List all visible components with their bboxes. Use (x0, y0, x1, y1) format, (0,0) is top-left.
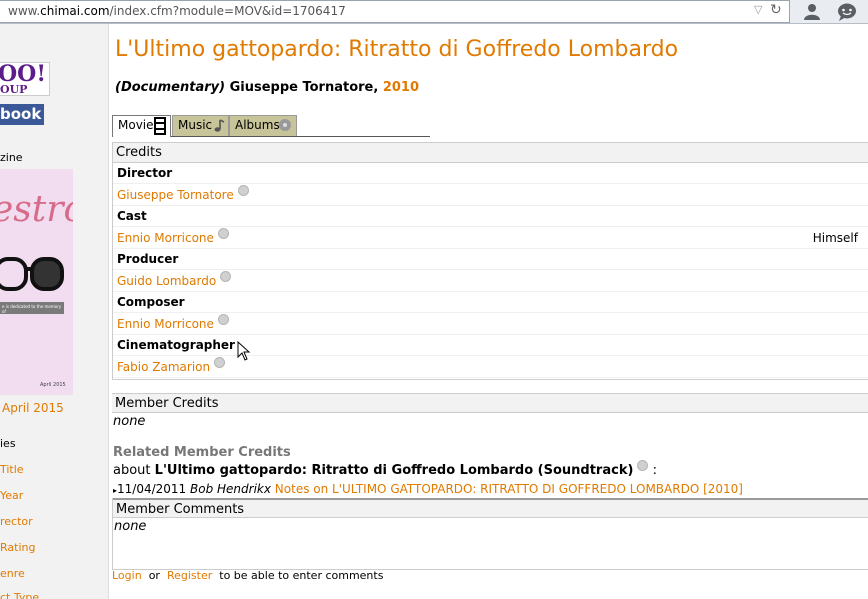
member-credits-value: none (113, 414, 146, 429)
credit-part: Himself (812, 231, 858, 245)
mouse-cursor-icon (237, 341, 251, 361)
credit-role: Cast (113, 206, 868, 227)
search-icon[interactable] (237, 185, 249, 196)
credit-role: Director (113, 163, 868, 184)
search-icon[interactable] (217, 314, 229, 325)
member-comments-header: Member Comments (113, 498, 868, 518)
main-content: L'Ultimo gattopardo: Ritratto di Goffred… (112, 24, 868, 599)
or-text: or (148, 569, 160, 582)
person-link[interactable]: Guido Lombardo (117, 274, 216, 288)
movie-subtitle: (Documentary) Giuseppe Tornatore, 2010 (115, 80, 419, 95)
register-link[interactable]: Register (167, 569, 212, 582)
person-link[interactable]: Ennio Morricone (117, 231, 214, 245)
credit-role: Composer (113, 292, 868, 313)
tab-movie[interactable]: Movie (112, 115, 171, 137)
note-author: Bob Hendrikx (190, 482, 271, 496)
sidebar-link-title[interactable]: Title (0, 463, 24, 476)
disc-icon (279, 119, 291, 131)
related-note-item: ▸11/04/2011 Bob Hendrikx Notes on L'ULTI… (113, 482, 743, 496)
user-icon[interactable] (802, 2, 822, 22)
sidebar-link-director[interactable]: rector (0, 515, 33, 528)
note-link[interactable]: Notes on L'ULTIMO GATTOPARDO: RITRATTO D… (275, 482, 743, 496)
director-name: Giuseppe Tornatore, (229, 80, 379, 95)
tab-albums-label: Albums (235, 118, 280, 132)
credit-person-row: Ennio Morricone (113, 313, 868, 335)
credit-role: Producer (113, 249, 868, 270)
sidebar-link-genre[interactable]: enre (0, 567, 25, 580)
url-text[interactable]: www.chimai.com/index.cfm?module=MOV&id=1… (8, 4, 346, 18)
tab-music-label: Music (178, 118, 213, 132)
magazine-cover-image[interactable]: estro e is dedicated to the memory of Ap… (0, 169, 73, 395)
related-about-line: about L'Ultimo gattopardo: Ritratto di G… (113, 460, 657, 478)
music-note-icon (214, 119, 225, 132)
login-link[interactable]: Login (112, 569, 142, 582)
credit-person-row: Ennio Morricone Himself (113, 227, 868, 249)
yahoo-group-logo[interactable]: OO! OUP (0, 62, 50, 96)
search-icon[interactable] (217, 228, 229, 239)
page-title: L'Ultimo gattopardo: Ritratto di Goffred… (115, 37, 679, 62)
chat-icon[interactable] (836, 2, 858, 22)
sidebar-link-rating[interactable]: Rating (0, 541, 35, 554)
browser-toolbar: www.chimai.com/index.cfm?module=MOV&id=1… (0, 0, 868, 24)
person-link[interactable]: Fabio Zamarion (117, 360, 210, 374)
credits-header: Credits (113, 143, 868, 163)
member-comments-value: none (114, 519, 147, 534)
left-sidebar: OO! OUP book zine estro e is dedicated t… (0, 24, 109, 599)
sidebar-link-type[interactable]: ct Type (0, 591, 39, 599)
film-icon (154, 117, 166, 135)
credits-section: Credits Director Giuseppe Tornatore Cast… (112, 142, 868, 380)
credit-person-row: Giuseppe Tornatore (113, 184, 868, 206)
note-date: 11/04/2011 (117, 482, 187, 496)
magazine-label: zine (0, 151, 23, 164)
related-album-title: L'Ultimo gattopardo: Ritratto di Goffred… (154, 463, 634, 478)
login-suffix: to be able to enter comments (219, 569, 384, 582)
member-comments-section: Member Comments none (112, 498, 868, 570)
search-icon[interactable] (214, 357, 226, 368)
related-credits-title: Related Member Credits (113, 445, 291, 460)
reload-icon[interactable]: ↻ (770, 2, 782, 18)
address-bar[interactable]: www.chimai.com/index.cfm?module=MOV&id=1… (0, 0, 790, 23)
tab-albums[interactable]: Albums (229, 115, 297, 136)
sidebar-link-year[interactable]: Year (0, 489, 23, 502)
person-link[interactable]: Ennio Morricone (117, 317, 214, 331)
search-icon[interactable] (220, 271, 232, 282)
facebook-logo[interactable]: book (0, 104, 44, 125)
credit-person-row: Fabio Zamarion (113, 356, 868, 378)
login-prompt: Login or Register to be able to enter co… (112, 569, 383, 582)
tab-movie-label: Movie (118, 118, 154, 132)
member-credits-section: Member Credits none (112, 393, 868, 429)
credit-person-row: Guido Lombardo (113, 270, 868, 292)
about-suffix: : (652, 463, 657, 478)
glasses-image (0, 257, 64, 291)
categories-label: ies (0, 437, 16, 450)
tab-music[interactable]: Music (172, 115, 229, 136)
search-icon[interactable] (637, 460, 649, 471)
tab-bar: Movie Music Albums (112, 115, 430, 137)
magazine-date-link[interactable]: April 2015 (2, 401, 64, 415)
url-dropdown-icon[interactable]: ▽ (754, 3, 762, 16)
year-link[interactable]: 2010 (383, 80, 419, 95)
member-credits-header: Member Credits (112, 393, 868, 413)
genre-label: (Documentary) (115, 80, 226, 95)
credit-role: Cinematographer (113, 335, 868, 356)
person-link[interactable]: Giuseppe Tornatore (117, 188, 234, 202)
about-prefix: about (113, 463, 151, 478)
